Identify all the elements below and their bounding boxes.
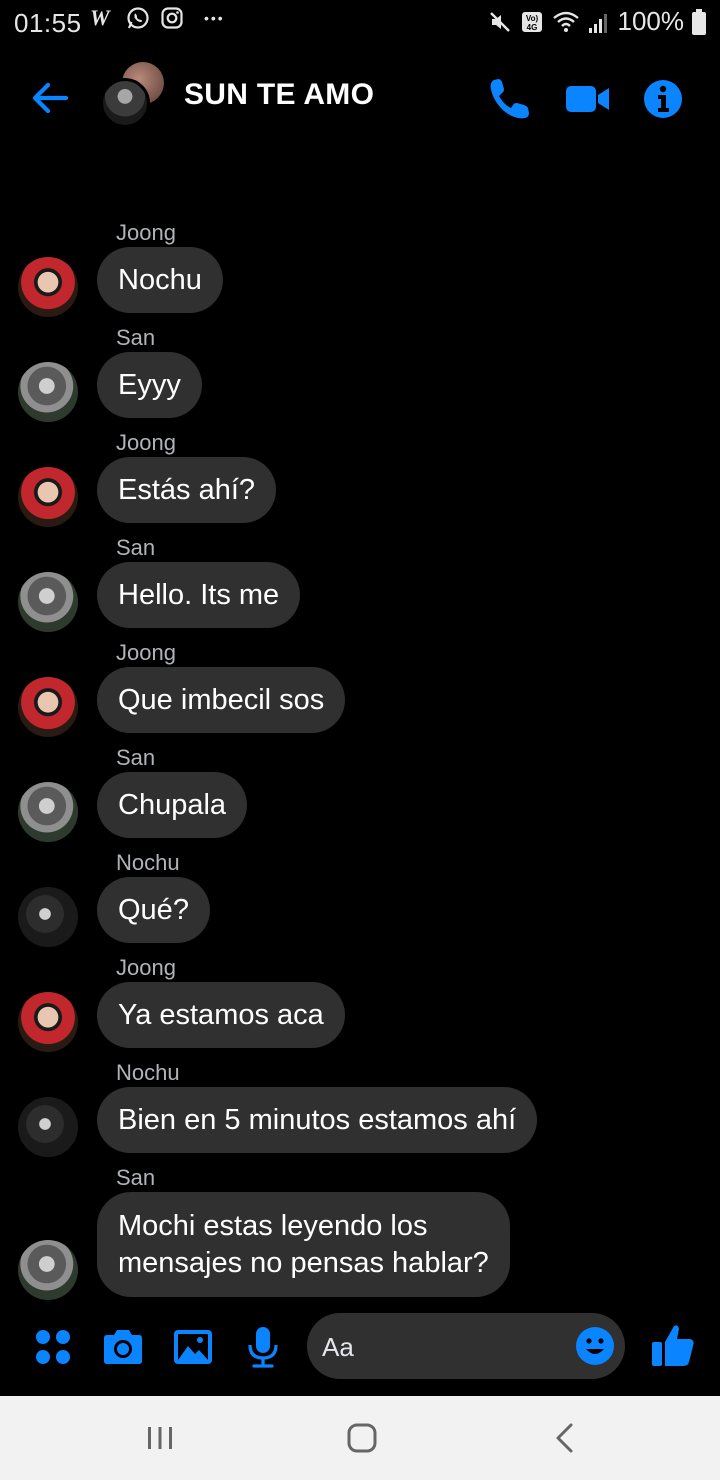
volte-icon: Vo)4G	[521, 11, 542, 32]
chat-title[interactable]: SUN TE AMO	[184, 78, 374, 112]
phone-call-icon[interactable]	[484, 74, 534, 124]
home-icon[interactable]	[342, 1418, 382, 1458]
message-line: Mochi estas leyendo los	[118, 1210, 428, 1242]
message-bubble[interactable]: Bien en 5 minutos estamos ahí	[97, 1087, 538, 1153]
avatar-joong[interactable]	[18, 467, 78, 527]
camera-icon[interactable]	[100, 1324, 146, 1370]
message-input-placeholder: Aa	[322, 1332, 354, 1362]
nav-back-icon[interactable]	[546, 1418, 586, 1458]
more-notifications-icon: •••	[204, 10, 225, 26]
battery-percent: 100%	[617, 6, 685, 36]
message-bubble[interactable]: Hello. Its me	[97, 562, 301, 628]
back-arrow-icon[interactable]	[26, 74, 74, 122]
status-bar: 01:55 W ••• Vo) 4G 100%	[0, 0, 720, 46]
system-nav-bar	[0, 1396, 720, 1480]
message-bubble[interactable]: Ya estamos aca	[97, 982, 345, 1048]
sender-name: San	[116, 745, 156, 770]
sender-name: Nochu	[116, 1060, 180, 1085]
sender-name: Joong	[116, 955, 176, 980]
message-bubble[interactable]: Chupala	[97, 772, 248, 838]
avatar-san[interactable]	[18, 572, 78, 632]
message-input[interactable]: Aa	[307, 1313, 625, 1379]
microphone-icon[interactable]	[240, 1324, 286, 1370]
info-icon[interactable]	[638, 74, 688, 124]
avatar-nochu[interactable]	[18, 1097, 78, 1157]
message-bubble[interactable]: Nochu	[97, 247, 223, 313]
avatar-joong[interactable]	[18, 992, 78, 1052]
sender-name: San	[116, 535, 156, 560]
message-bubble[interactable]: Qué?	[97, 877, 210, 943]
group-avatar-front	[100, 78, 150, 128]
chat-header: SUN TE AMO	[0, 50, 720, 146]
message-bubble[interactable]: Que imbecil sos	[97, 667, 346, 733]
sender-name: Nochu	[116, 850, 180, 875]
avatar-joong[interactable]	[18, 257, 78, 317]
sender-name: Joong	[116, 220, 176, 245]
message-bubble[interactable]: Eyyy	[97, 352, 202, 418]
svg-text:Vo): Vo)	[525, 14, 538, 23]
avatar-san[interactable]	[18, 1240, 78, 1300]
mute-icon	[489, 11, 510, 32]
notification-icons: W •••	[90, 6, 225, 30]
whatsapp-icon	[127, 7, 149, 29]
message-bubble[interactable]: Estás ahí?	[97, 457, 277, 523]
avatar-joong[interactable]	[18, 677, 78, 737]
sender-name: Joong	[116, 640, 176, 665]
message-line: mensajes no pensas hablar?	[118, 1247, 489, 1279]
sender-name: San	[116, 1165, 156, 1190]
svg-text:4G: 4G	[526, 23, 537, 32]
instagram-icon	[161, 7, 183, 29]
more-actions-icon[interactable]	[30, 1324, 76, 1370]
message-bubble[interactable]: Mochi estas leyendo los mensajes no pens…	[97, 1192, 510, 1297]
system-status-icons: Vo) 4G 100%	[488, 6, 706, 37]
message-list[interactable]: Joong Nochu San Eyyy Joong Estás ahí? Sa…	[0, 210, 720, 1300]
avatar-san[interactable]	[18, 362, 78, 422]
recents-icon[interactable]	[140, 1418, 180, 1458]
svg-text:W: W	[90, 7, 111, 29]
sender-name: Joong	[116, 430, 176, 455]
wifi-icon	[552, 11, 579, 32]
gallery-icon[interactable]	[170, 1324, 216, 1370]
battery-icon	[692, 8, 706, 35]
avatar-san[interactable]	[18, 782, 78, 842]
signal-icon	[588, 13, 607, 33]
avatar-nochu[interactable]	[18, 887, 78, 947]
message-composer: Aa	[0, 1310, 720, 1390]
video-call-icon[interactable]	[562, 74, 612, 124]
emoji-icon[interactable]	[575, 1326, 615, 1366]
group-avatar[interactable]	[100, 62, 166, 128]
status-time: 01:55	[14, 8, 82, 38]
thumbs-up-icon[interactable]	[648, 1320, 698, 1370]
w-app-icon: W	[90, 7, 111, 29]
sender-name: San	[116, 325, 156, 350]
